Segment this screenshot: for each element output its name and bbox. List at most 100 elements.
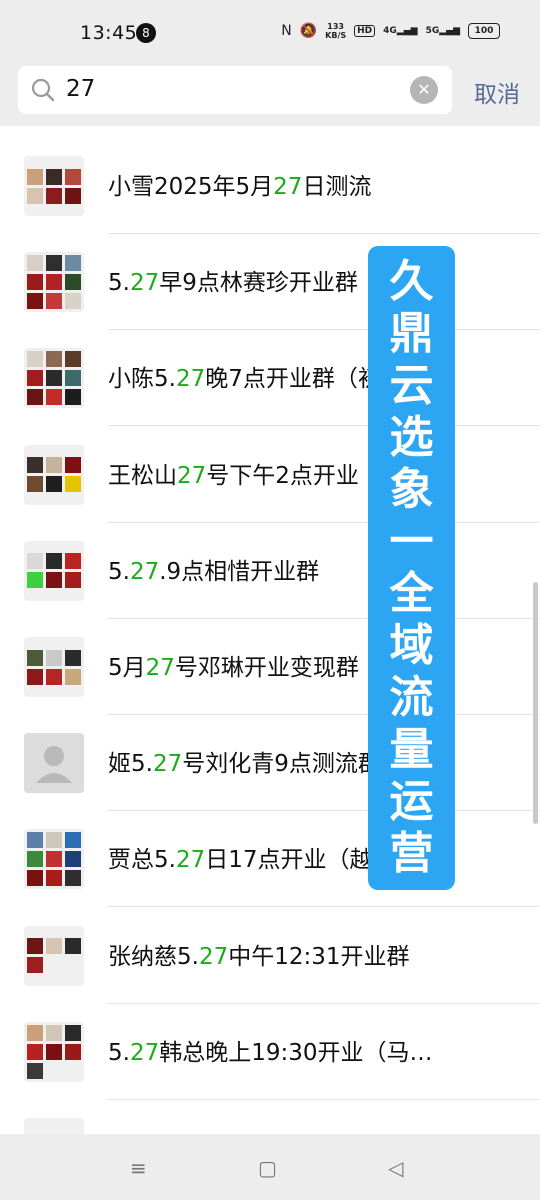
avatar-tile xyxy=(65,649,81,666)
search-input[interactable]: 27 ✕ xyxy=(18,66,452,114)
watermark-char: 象 xyxy=(389,464,434,515)
avatar-tile xyxy=(27,649,43,666)
back-icon[interactable]: ◁ xyxy=(388,1156,403,1180)
avatar-tile xyxy=(46,938,62,955)
title-suffix: 中午12:31开业群 xyxy=(228,943,410,970)
search-query-text: 27 xyxy=(66,76,96,102)
title-prefix: 5月 xyxy=(108,655,146,681)
avatar-tile xyxy=(46,832,62,849)
result-row[interactable]: 5.27.9点相惜开业群 xyxy=(0,523,540,619)
result-title: 5月27号邓琳开业变现群 xyxy=(108,648,359,682)
avatar-tile xyxy=(46,668,62,685)
title-prefix: 小陈5. xyxy=(108,366,176,393)
avatar-mosaic xyxy=(27,159,81,213)
avatar-tile xyxy=(65,274,81,291)
result-row[interactable]: 小雪2025年5月27日测流 xyxy=(0,138,540,234)
title-prefix: 5. xyxy=(108,558,130,585)
result-title: 5.27韩总晚上19:30开业（马… xyxy=(108,1033,433,1067)
signal-5g-icon: 5G▂▄▆ xyxy=(425,26,460,36)
avatar-tile xyxy=(65,870,81,887)
avatar-tile xyxy=(27,1024,43,1041)
watermark-char: 一 xyxy=(389,516,434,567)
result-row[interactable]: 5.27早9点林赛珍开业群（新 xyxy=(0,234,540,331)
scrollbar[interactable] xyxy=(533,582,538,824)
group-avatar xyxy=(24,156,84,216)
avatar-tile xyxy=(27,851,43,868)
group-avatar xyxy=(24,829,84,890)
avatar-tile xyxy=(46,572,62,589)
avatar-tile xyxy=(65,851,81,868)
title-prefix: 5. xyxy=(108,1039,130,1066)
title-suffix: 日17点开业（越 xyxy=(205,847,373,874)
avatar-tile xyxy=(27,255,43,272)
avatar-tile xyxy=(27,168,43,185)
watermark-char: 流 xyxy=(389,672,434,723)
avatar-tile xyxy=(65,389,81,406)
result-title: 王松山27号下午2点开业（选 xyxy=(108,456,405,490)
home-icon[interactable]: ▢ xyxy=(258,1156,277,1180)
result-row[interactable]: 王松山27号下午2点开业（选 xyxy=(0,427,540,523)
avatar-tile xyxy=(27,832,43,849)
title-suffix: 日测流 xyxy=(302,174,372,200)
avatar-tile xyxy=(46,851,62,868)
group-avatar xyxy=(24,444,84,505)
avatar-tile xyxy=(65,293,81,310)
result-row[interactable]: 张纳慈5.27中午12:31开业群 xyxy=(0,908,540,1004)
avatar-tile xyxy=(27,187,43,204)
title-prefix: 姬5. xyxy=(108,751,153,778)
avatar-mosaic xyxy=(27,832,81,887)
watermark-char: 选 xyxy=(389,412,434,463)
group-avatar xyxy=(24,637,84,697)
title-highlight: 27 xyxy=(175,366,206,393)
watermark-char: 营 xyxy=(389,828,434,879)
avatar-tile xyxy=(46,351,62,368)
result-title: 5.27早9点林赛珍开业群（新 xyxy=(108,263,404,297)
avatar-tile xyxy=(46,187,62,204)
title-highlight: 27 xyxy=(145,655,175,681)
clear-icon[interactable]: ✕ xyxy=(410,76,438,104)
watermark-char: 量 xyxy=(389,724,434,775)
result-title: 贾总5.27日17点开业（越 xyxy=(108,840,373,874)
group-avatar xyxy=(24,925,84,986)
result-row[interactable]: 5月27号邓琳开业变现群 xyxy=(0,619,540,715)
avatar-mosaic xyxy=(27,544,81,598)
system-navigation-bar: ≡ ▢ ◁ xyxy=(0,1134,540,1200)
result-row[interactable]: 贾总5.27日17点开业（越 xyxy=(0,811,540,908)
title-prefix: 王松山 xyxy=(108,462,177,489)
avatar-tile xyxy=(46,274,62,291)
result-row[interactable]: 5.27韩总晚上19:30开业（马… xyxy=(0,1004,540,1100)
avatar-tile xyxy=(65,351,81,368)
avatar-tile xyxy=(27,870,43,887)
title-suffix: 韩总晚上19:30开业（马… xyxy=(159,1039,433,1066)
hd-icon: HD xyxy=(354,25,376,37)
result-row[interactable] xyxy=(0,1100,540,1134)
avatar-tile xyxy=(46,476,62,493)
network-speed: 133 KB/S xyxy=(325,22,347,40)
avatar-mosaic xyxy=(27,255,81,310)
avatar-tile xyxy=(27,274,43,291)
group-avatar xyxy=(24,540,84,601)
avatar-tile xyxy=(46,293,62,310)
group-avatar xyxy=(24,1118,84,1134)
avatar-tile xyxy=(65,832,81,849)
watermark-char: 云 xyxy=(389,360,434,411)
avatar-tile xyxy=(65,457,81,474)
avatar-tile xyxy=(46,1024,62,1041)
avatar-tile xyxy=(27,351,43,368)
avatar-mosaic xyxy=(27,1121,81,1134)
watermark-banner: 久鼎云选象一全域流量运营 xyxy=(368,246,455,890)
title-suffix: .9点相惜开业群 xyxy=(159,558,320,585)
avatar-tile xyxy=(27,389,43,406)
title-prefix: 5. xyxy=(108,270,130,297)
avatar-tile xyxy=(46,389,62,406)
title-prefix: 小雪2025年5月 xyxy=(108,174,274,200)
avatar-tile xyxy=(65,187,81,204)
cancel-button[interactable]: 取消 xyxy=(474,75,520,109)
result-row[interactable]: 姬5.27号刘化青9点测流群 xyxy=(0,715,540,812)
result-row[interactable]: 小陈5.27晚7点开业群（初选） xyxy=(0,330,540,427)
watermark-char: 鼎 xyxy=(389,308,434,359)
title-highlight: 27 xyxy=(129,270,160,297)
avatar-tile xyxy=(27,457,43,474)
recent-apps-icon[interactable]: ≡ xyxy=(130,1156,147,1180)
title-highlight: 27 xyxy=(129,558,160,585)
